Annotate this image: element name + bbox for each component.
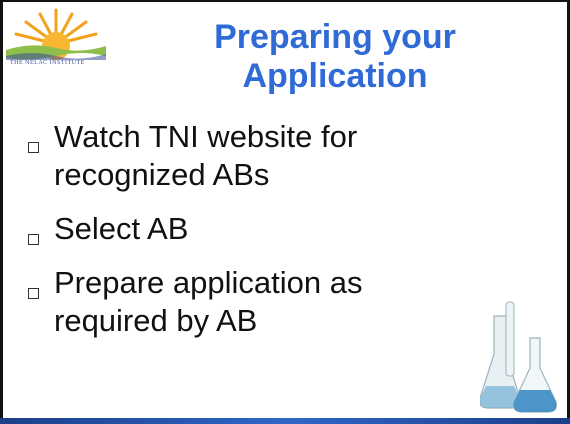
frame-top	[0, 0, 570, 2]
bullet-text-line: Prepare application as	[54, 265, 363, 300]
slide-title-line2: Application	[242, 57, 428, 95]
square-bullet-icon	[28, 142, 39, 153]
slide: THE NELAC INSTITUTE Preparing your Appli…	[0, 0, 570, 424]
bullet-text-line: recognized ABs	[54, 157, 270, 192]
lab-flasks-icon	[480, 301, 557, 413]
logo-org-text: THE NELAC INSTITUTE	[10, 60, 85, 66]
bullet-list: Watch TNI website for recognized ABs Sel…	[24, 118, 544, 356]
slide-title: Preparing your Application	[170, 18, 500, 96]
bullet-item: Prepare application as required by AB	[24, 264, 544, 340]
bullet-text-line: required by AB	[54, 303, 258, 338]
square-bullet-icon	[28, 234, 39, 245]
logo: THE NELAC INSTITUTE	[2, 4, 110, 76]
bullet-text-line: Watch TNI website for	[54, 119, 358, 154]
slide-title-line1: Preparing your	[214, 18, 456, 56]
bullet-item: Select AB	[24, 210, 544, 248]
bottom-bar	[0, 418, 570, 424]
bullet-text-line: Select AB	[54, 211, 189, 246]
square-bullet-icon	[28, 288, 39, 299]
sun-logo-icon	[6, 8, 106, 60]
bullet-item: Watch TNI website for recognized ABs	[24, 118, 544, 194]
